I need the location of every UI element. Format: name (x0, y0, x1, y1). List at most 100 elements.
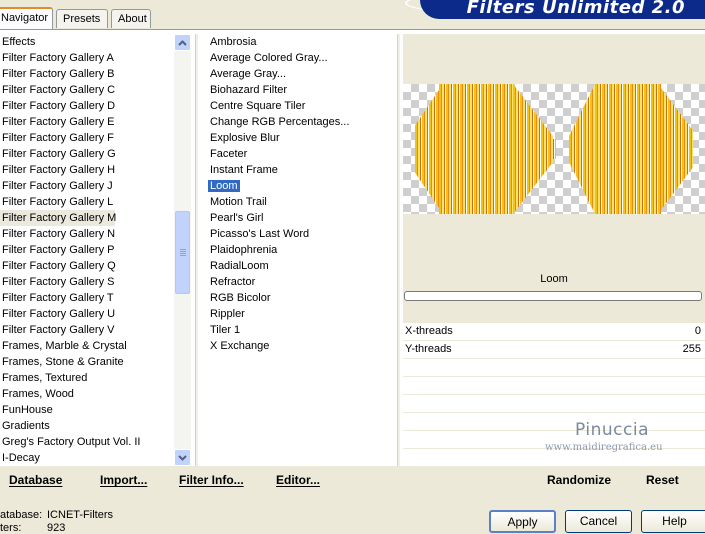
category-item[interactable]: Filter Factory Gallery H (0, 162, 176, 178)
watermark-name: Pinuccia (575, 420, 649, 440)
filter-item-label: Biohazard Filter (210, 84, 288, 96)
category-item[interactable]: Filter Factory Gallery N (0, 226, 176, 242)
filter-list[interactable]: Ambrosia Average Colored Gray... Average G… (208, 34, 393, 354)
filter-item[interactable]: Ambrosia (208, 34, 393, 50)
filter-item-label: Instant Frame (210, 164, 278, 176)
filter-item[interactable]: Loom (208, 178, 393, 194)
scroll-up-button[interactable] (174, 34, 191, 51)
category-item[interactable]: Effects (0, 34, 176, 50)
filter-item[interactable]: Faceter (208, 146, 393, 162)
category-item[interactable]: Filter Factory Gallery U (0, 306, 176, 322)
import-button[interactable]: Import... (100, 473, 147, 487)
app-banner: Filters Unlimited 2.0 (420, 0, 705, 19)
preview-panel: Loom X-threads 0 Y-threads 255 Pinuccia … (403, 34, 705, 466)
category-item[interactable]: Frames, Textured (0, 370, 176, 386)
category-item[interactable]: Frames, Stone & Granite (0, 354, 176, 370)
filter-item[interactable]: Plaidophrenia (208, 242, 393, 258)
category-item[interactable]: Filter Factory Gallery T (0, 290, 176, 306)
category-item[interactable]: Filter Factory Gallery D (0, 98, 176, 114)
param-value: 255 (682, 343, 701, 355)
filter-item[interactable]: Change RGB Percentages... (208, 114, 393, 130)
scroll-down-button[interactable] (174, 449, 191, 466)
apply-button[interactable]: Apply (489, 510, 556, 533)
filter-item-label: Refractor (210, 276, 256, 288)
filter-item[interactable]: Explosive Blur (208, 130, 393, 146)
tab-navigator[interactable]: Navigator (0, 7, 53, 29)
filter-item[interactable]: Rippler (208, 306, 393, 322)
category-item[interactable]: Filter Factory Gallery G (0, 146, 176, 162)
filter-item-label: RGB Bicolor (210, 292, 271, 304)
category-list[interactable]: Effects Filter Factory Gallery A Filter Fa… (0, 34, 176, 466)
chevron-up-icon (178, 39, 187, 46)
category-item[interactable]: I-Decay (0, 450, 176, 466)
filter-item[interactable]: Tiler 1 (208, 322, 393, 338)
filter-name-label: Loom (540, 273, 568, 285)
category-item[interactable]: Filter Factory Gallery S (0, 274, 176, 290)
filter-item[interactable]: Pearl's Girl (208, 210, 393, 226)
filter-item[interactable]: Picasso's Last Word (208, 226, 393, 242)
category-item[interactable]: Frames, Marble & Crystal (0, 338, 176, 354)
database-button[interactable]: Database (9, 473, 62, 487)
filter-item[interactable]: RadialLoom (208, 258, 393, 274)
category-item[interactable]: Filter Factory Gallery J (0, 178, 176, 194)
filter-item[interactable]: Biohazard Filter (208, 82, 393, 98)
status-database-label: atabase: (0, 509, 43, 521)
category-item[interactable]: FunHouse (0, 402, 176, 418)
category-item[interactable]: Filter Factory Gallery B (0, 66, 176, 82)
cancel-button[interactable]: Cancel (565, 510, 632, 533)
help-button[interactable]: Help (641, 510, 705, 533)
filter-item-label: Ambrosia (210, 36, 257, 48)
filter-item-label: Faceter (210, 148, 248, 160)
category-item[interactable]: Gradients (0, 418, 176, 434)
category-item[interactable]: Filter Factory Gallery V (0, 322, 176, 338)
status-database: atabase: ICNET-Filters (0, 509, 160, 521)
filter-item-label: X Exchange (210, 340, 270, 352)
filter-item-label: Centre Square Tiler (210, 100, 306, 112)
filter-item-label: Plaidophrenia (210, 244, 278, 256)
filter-item-label: Explosive Blur (210, 132, 280, 144)
filter-item-label: Average Gray... (210, 68, 287, 80)
filter-item[interactable]: RGB Bicolor (208, 290, 393, 306)
filter-item[interactable]: Refractor (208, 274, 393, 290)
action-bar: Database Import... Filter Info... Editor… (0, 466, 705, 498)
category-item[interactable]: Filter Factory Gallery Q (0, 258, 176, 274)
param-row-empty[interactable] (403, 413, 705, 430)
category-scrollbar[interactable] (174, 34, 191, 466)
category-item[interactable]: Filter Factory Gallery M (0, 210, 116, 226)
filter-item-label: Change RGB Percentages... (210, 116, 350, 128)
tab-presets[interactable]: Presets (56, 9, 108, 28)
filter-item[interactable]: Instant Frame (208, 162, 393, 178)
filter-item[interactable]: Centre Square Tiler (208, 98, 393, 114)
status-filters-label: ters: (0, 522, 22, 534)
filter-item[interactable]: Motion Trail (208, 194, 393, 210)
filter-item-label: Loom (208, 180, 240, 192)
param-row-x-threads[interactable]: X-threads 0 (403, 323, 705, 340)
filter-item[interactable]: Average Gray... (208, 66, 393, 82)
status-filters: ters: 923 (0, 522, 160, 534)
randomize-button[interactable]: Randomize (547, 473, 611, 487)
category-item[interactable]: Filter Factory Gallery P (0, 242, 176, 258)
category-item[interactable]: Filter Factory Gallery E (0, 114, 176, 130)
filter-item[interactable]: X Exchange (208, 338, 393, 354)
category-item[interactable]: Greg's Factory Output Vol. II (0, 434, 176, 450)
filter-info-button[interactable]: Filter Info... (179, 473, 244, 487)
category-item[interactable]: Filter Factory Gallery L (0, 194, 176, 210)
category-item[interactable]: Filter Factory Gallery F (0, 130, 176, 146)
param-row-empty[interactable] (403, 395, 705, 412)
filter-item-label: Average Colored Gray... (210, 52, 328, 64)
param-row-empty[interactable] (403, 377, 705, 394)
category-item[interactable]: Frames, Wood (0, 386, 176, 402)
tab-about[interactable]: About (111, 9, 151, 28)
scroll-thumb[interactable] (175, 211, 190, 294)
filter-item-label: RadialLoom (210, 260, 269, 272)
editor-button[interactable]: Editor... (276, 473, 320, 487)
param-row-y-threads[interactable]: Y-threads 255 (403, 341, 705, 358)
filter-item[interactable]: Average Colored Gray... (208, 50, 393, 66)
category-item[interactable]: Filter Factory Gallery C (0, 82, 176, 98)
param-label: X-threads (405, 325, 453, 337)
param-row-empty[interactable] (403, 359, 705, 376)
category-item[interactable]: Filter Factory Gallery A (0, 50, 176, 66)
pane-divider-right (397, 34, 400, 466)
status-database-value: ICNET-Filters (47, 509, 113, 521)
reset-button[interactable]: Reset (646, 473, 679, 487)
